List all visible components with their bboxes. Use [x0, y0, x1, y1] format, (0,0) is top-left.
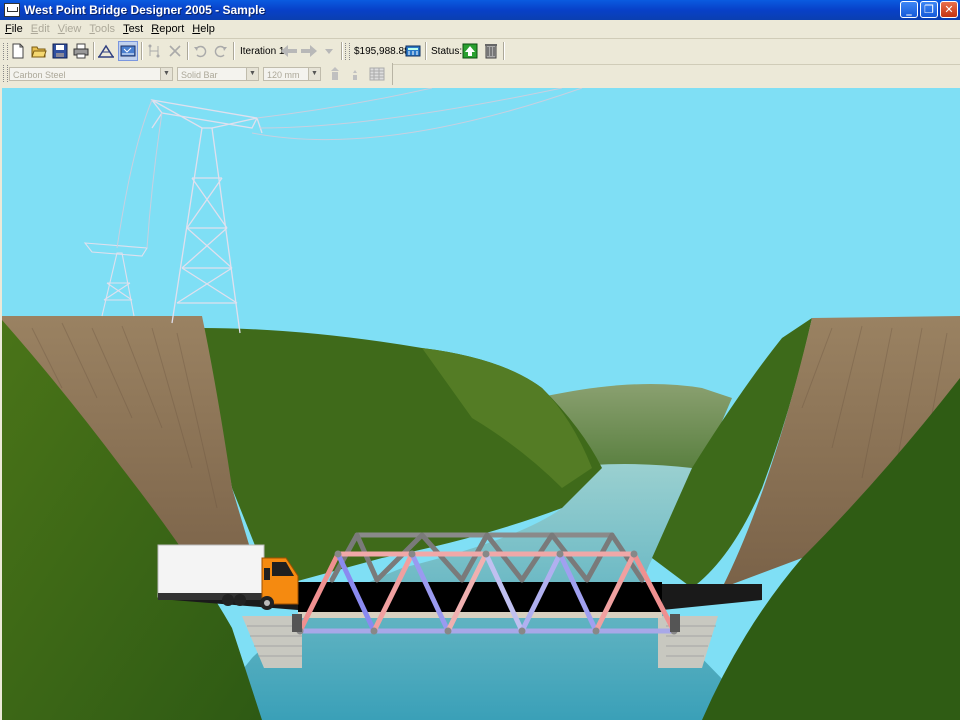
separator [233, 42, 235, 60]
menu-test[interactable]: Test [120, 23, 146, 35]
chevron-down-icon: ▼ [308, 68, 320, 80]
menu-tools[interactable]: Tools [86, 23, 118, 35]
bridge-app-icon [4, 3, 20, 17]
size-value: 120 mm [267, 70, 300, 80]
menu-help[interactable]: Help [189, 23, 218, 35]
right-abutment [658, 616, 718, 668]
section-select[interactable]: Solid Bar ▼ [177, 67, 259, 81]
member-toolbar: Carbon Steel ▼ Solid Bar ▼ 120 mm ▼ [0, 63, 393, 85]
redo-icon[interactable] [212, 42, 230, 60]
toolbar-grip[interactable] [3, 43, 8, 60]
size-select[interactable]: 120 mm ▼ [263, 67, 321, 81]
road-right [662, 584, 762, 610]
save-icon[interactable] [51, 42, 69, 60]
menu-edit[interactable]: Edit [28, 23, 53, 35]
material-select[interactable]: Carbon Steel ▼ [9, 67, 173, 81]
material-value: Carbon Steel [13, 70, 66, 80]
open-folder-icon[interactable] [30, 42, 48, 60]
toolbar-grip[interactable] [345, 43, 350, 60]
title-bar: West Point Bridge Designer 2005 - Sample… [0, 0, 960, 20]
joints-icon[interactable] [145, 42, 163, 60]
draw-members-icon[interactable] [97, 42, 115, 60]
iteration-label: Iteration 1 [240, 46, 285, 57]
new-file-icon[interactable] [9, 42, 27, 60]
status-label: Status: [431, 46, 463, 57]
calculator-icon[interactable] [404, 42, 422, 60]
forward-arrow-icon[interactable] [300, 42, 318, 60]
status-ok-icon[interactable] [461, 42, 479, 60]
menu-report[interactable]: Report [148, 23, 187, 35]
back-arrow-icon[interactable] [280, 42, 298, 60]
power-tower-small [83, 242, 148, 317]
chevron-down-icon: ▼ [246, 68, 258, 80]
power-tower-large [150, 99, 263, 334]
separator [141, 42, 143, 60]
iteration-dropdown-icon[interactable] [320, 42, 338, 60]
scene-canvas [2, 88, 960, 720]
undo-icon[interactable] [191, 42, 209, 60]
separator [503, 42, 505, 60]
toolbar-grip[interactable] [3, 65, 8, 82]
chevron-down-icon: ▼ [160, 68, 172, 80]
separator [341, 42, 343, 60]
cost-display: $195,988.88 [354, 46, 410, 57]
main-toolbar: Iteration 1 $195,988.88 Status: [0, 38, 960, 65]
minimize-button[interactable]: _ [900, 1, 918, 18]
trash-icon[interactable] [482, 42, 500, 60]
separator [425, 42, 427, 60]
separator [93, 42, 95, 60]
decrease-size-icon[interactable] [346, 65, 364, 83]
increase-size-icon[interactable] [326, 65, 344, 83]
delete-icon[interactable] [166, 42, 184, 60]
bridge-3d-view[interactable] [2, 88, 960, 720]
left-bearing [292, 614, 302, 632]
menu-file[interactable]: File [2, 23, 26, 35]
print-icon[interactable] [72, 42, 90, 60]
separator [187, 42, 189, 60]
truck-trailer [157, 544, 265, 598]
menu-bar: File Edit View Tools Test Report Help [0, 20, 960, 39]
section-value: Solid Bar [181, 70, 218, 80]
member-table-icon[interactable] [368, 65, 386, 83]
window-controls: _ ❐ ✕ [900, 1, 958, 18]
right-bearing [670, 614, 680, 632]
load-test-icon[interactable] [118, 41, 138, 61]
menu-view[interactable]: View [55, 23, 85, 35]
close-button[interactable]: ✕ [940, 1, 958, 18]
window-title: West Point Bridge Designer 2005 - Sample [24, 3, 266, 17]
restore-button[interactable]: ❐ [920, 1, 938, 18]
